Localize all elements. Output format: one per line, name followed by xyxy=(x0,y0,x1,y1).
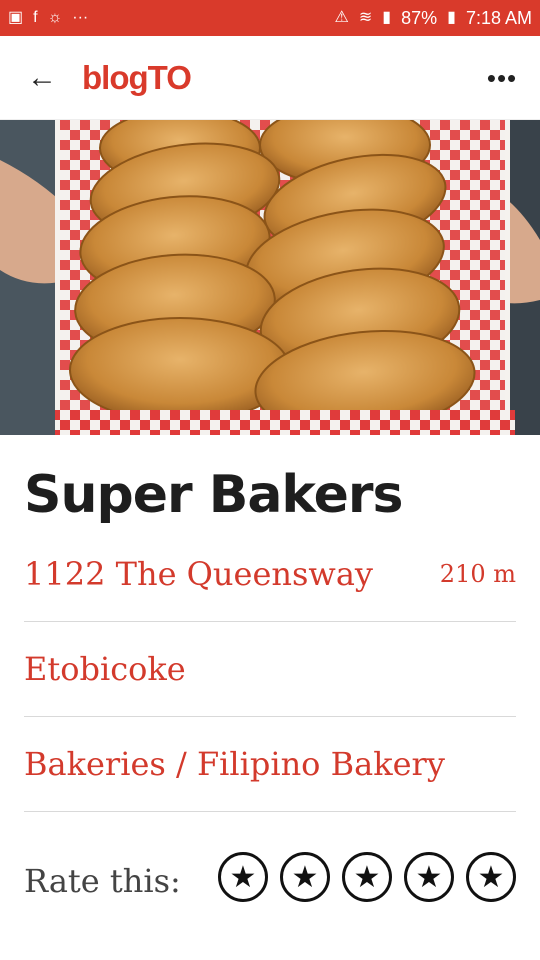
distance: 210 m xyxy=(439,560,516,588)
app-bar: ← blogTO ••• xyxy=(0,36,540,120)
clock: 7:18 AM xyxy=(465,7,532,28)
place-details: Super Bakers 1122 The Queensway 210 m Et… xyxy=(24,435,516,942)
star-icon: ★ xyxy=(291,860,319,894)
more-dots-icon: ••• xyxy=(486,62,518,93)
rating-section: Rate this: ★ ★ ★ ★ ★ xyxy=(24,812,516,942)
more-options-button[interactable]: ••• xyxy=(482,58,522,98)
facebook-notification-icon: f xyxy=(33,9,38,26)
category-link[interactable]: Bakeries / Filipino Bakery xyxy=(24,745,445,783)
star-icon: ★ xyxy=(477,860,505,894)
status-bar: ▣ f ☼ ··· ⚠ ≋ ▮ 87% ▮ 7:18 AM xyxy=(0,0,540,36)
address-row[interactable]: 1122 The Queensway 210 m xyxy=(24,527,516,622)
data-saver-icon: ⚠ xyxy=(334,9,349,26)
category-row[interactable]: Bakeries / Filipino Bakery xyxy=(24,717,516,812)
pastries-photo xyxy=(0,120,540,435)
star-icon: ★ xyxy=(353,860,381,894)
blogto-logo: blogTO xyxy=(82,58,192,96)
star-rating: ★ ★ ★ ★ ★ xyxy=(218,852,516,902)
star-3-button[interactable]: ★ xyxy=(342,852,392,902)
battery-percent: 87% xyxy=(401,7,438,28)
signal-icon: ▮ xyxy=(382,9,392,26)
star-icon: ★ xyxy=(415,860,443,894)
more-notifications-icon: ··· xyxy=(72,9,89,26)
neighborhood-row[interactable]: Etobicoke xyxy=(24,622,516,717)
battery-icon: ▮ xyxy=(447,9,456,26)
hero-image xyxy=(0,120,540,435)
weather-notification-icon: ☼ xyxy=(47,9,63,26)
star-2-button[interactable]: ★ xyxy=(280,852,330,902)
star-1-button[interactable]: ★ xyxy=(218,852,268,902)
arrow-left-icon: ← xyxy=(27,60,57,94)
address-link[interactable]: 1122 The Queensway xyxy=(24,555,373,593)
place-name: Super Bakers xyxy=(24,465,403,525)
wifi-icon: ≋ xyxy=(358,9,373,26)
star-5-button[interactable]: ★ xyxy=(466,852,516,902)
neighborhood-link[interactable]: Etobicoke xyxy=(24,650,186,688)
rate-label: Rate this: xyxy=(24,862,181,900)
gallery-notification-icon: ▣ xyxy=(8,9,24,26)
star-icon: ★ xyxy=(229,860,257,894)
star-4-button[interactable]: ★ xyxy=(404,852,454,902)
back-button[interactable]: ← xyxy=(0,36,84,120)
